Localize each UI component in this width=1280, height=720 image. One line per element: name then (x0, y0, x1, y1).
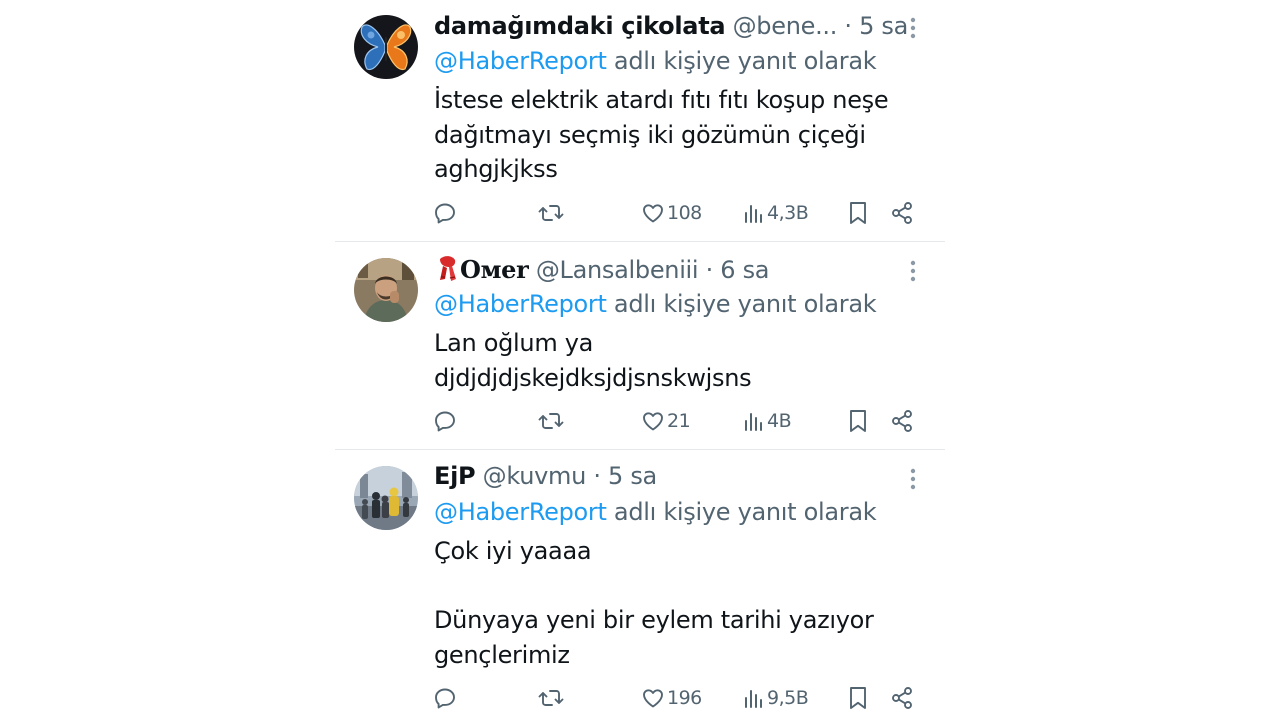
reply-feed: damağımdaki çikolata @bene... · 5 sa @Ha… (335, 0, 945, 720)
tweet-text-line: Lan oğlum ya (434, 329, 594, 357)
tweet-text-line: Dünyaya yeni bir eylem tarihi yazıyor (434, 606, 874, 634)
views-button[interactable]: 4,3B (743, 198, 809, 228)
reply-button[interactable] (433, 406, 457, 436)
reply-icon (435, 411, 455, 432)
share-icon (892, 202, 912, 224)
replying-to: @HaberReport adlı kişiye yanıt olarak (434, 289, 877, 319)
timestamp[interactable]: 5 sa (859, 12, 908, 40)
retweet-icon (538, 205, 564, 221)
like-button[interactable]: 21 (641, 406, 691, 436)
reply-button[interactable] (433, 683, 457, 713)
bookmark-button[interactable] (847, 683, 869, 713)
avatar[interactable] (354, 466, 418, 530)
timestamp[interactable]: 6 sa (720, 256, 769, 284)
tweet-text-line (434, 569, 924, 604)
avatar[interactable] (354, 258, 418, 322)
action-bar: 196 9,5B (335, 683, 945, 713)
share-button[interactable] (890, 683, 914, 713)
heart-icon (643, 204, 663, 223)
share-icon (892, 687, 912, 709)
mention-link[interactable]: @HaberReport (434, 47, 607, 75)
share-icon (892, 410, 912, 432)
tweet-text-line: dağıtmayı seçmiş iki gözümün çiçeği (434, 120, 866, 149)
tweet-text-line: Çok iyi yaaaa (434, 537, 592, 565)
replying-to: @HaberReport adlı kişiye yanıt olarak (434, 46, 877, 76)
tweet-header: EjP @kuvmu · 5 sa (434, 461, 657, 491)
heart-icon (643, 412, 663, 431)
views-icon (745, 205, 762, 223)
heart-icon (643, 689, 663, 708)
username[interactable]: @bene... (733, 12, 838, 40)
tweet-text-line: aghgjkjkss (434, 155, 558, 183)
like-button[interactable]: 196 (641, 683, 702, 713)
mention-link[interactable]: @HaberReport (434, 290, 607, 318)
share-button[interactable] (890, 406, 914, 436)
reply-icon (435, 203, 455, 224)
tweet-header: damağımdaki çikolata @bene... · 5 sa (434, 11, 908, 41)
crowd-photo-icon (354, 466, 418, 530)
display-name[interactable]: damağımdaki çikolata (434, 12, 726, 40)
retweet-button[interactable] (538, 683, 564, 713)
tweet-text: Lan oğlum ya djdjdjdjskejdksjdjsnskwjsns (434, 326, 924, 395)
like-count: 21 (667, 410, 691, 432)
butterfly-icon (354, 15, 418, 79)
bookmark-icon (850, 687, 866, 709)
action-bar: 108 4,3B (335, 198, 945, 228)
like-count: 196 (667, 687, 702, 709)
bookmark-button[interactable] (847, 198, 869, 228)
mention-link[interactable]: @HaberReport (434, 498, 607, 526)
tweet[interactable]: EjP @kuvmu · 5 sa @HaberReport adlı kişi… (335, 450, 945, 720)
scarf-emoji (440, 256, 456, 281)
tweet-header: Oмer @Lansalbeniii · 6 sa (434, 255, 770, 285)
more-options-icon[interactable] (903, 466, 923, 492)
view-count: 4,3B (767, 202, 809, 224)
tweet-text-line: gençlerimiz (434, 640, 570, 669)
tweet-text-line: İstese elektrik atardı fıtı fıtı koşup n… (434, 86, 889, 114)
tweet[interactable]: Oмer @Lansalbeniii · 6 sa @HaberReport a… (335, 242, 945, 449)
like-count: 108 (667, 202, 702, 224)
like-button[interactable]: 108 (641, 198, 702, 228)
display-name[interactable]: Oмer (460, 255, 529, 284)
username[interactable]: @kuvmu (483, 462, 587, 490)
replying-to: @HaberReport adlı kişiye yanıt olarak (434, 497, 877, 527)
reply-button[interactable] (433, 198, 457, 228)
retweet-icon (538, 690, 564, 706)
reply-icon (435, 688, 455, 709)
tweet[interactable]: damağımdaki çikolata @bene... · 5 sa @Ha… (335, 0, 945, 241)
more-options-icon[interactable] (903, 258, 923, 284)
views-icon (745, 690, 762, 708)
tweet-text-line: djdjdjdjskejdksjdjsnskwjsns (434, 363, 752, 392)
retweet-icon (538, 413, 564, 429)
retweet-button[interactable] (538, 406, 564, 436)
man-portrait-icon (354, 258, 418, 322)
bookmark-icon (850, 410, 866, 432)
replying-to-suffix: adlı kişiye yanıt olarak (606, 290, 877, 318)
retweet-button[interactable] (538, 198, 564, 228)
action-bar: 21 4B (335, 406, 945, 436)
replying-to-suffix: adlı kişiye yanıt olarak (606, 47, 877, 75)
display-name[interactable]: EjP (434, 462, 476, 490)
views-button[interactable]: 9,5B (743, 683, 809, 713)
avatar[interactable] (354, 15, 418, 79)
bookmark-button[interactable] (847, 406, 869, 436)
timestamp[interactable]: 5 sa (608, 462, 657, 490)
tweet-text: Çok iyi yaaaa Dünyaya yeni bir eylem tar… (434, 534, 924, 672)
separator-dot: · (586, 462, 609, 490)
view-count: 4B (767, 410, 792, 432)
tweet-text: İstese elektrik atardı fıtı fıtı koşup n… (434, 83, 924, 187)
replying-to-suffix: adlı kişiye yanıt olarak (606, 498, 877, 526)
views-icon (745, 413, 762, 431)
share-button[interactable] (890, 198, 914, 228)
separator-dot: · (837, 12, 860, 40)
view-count: 9,5B (767, 687, 809, 709)
bookmark-icon (850, 202, 866, 224)
views-button[interactable]: 4B (743, 406, 792, 436)
username[interactable]: @Lansalbeniii (536, 256, 699, 284)
separator-dot: · (698, 256, 721, 284)
more-options-icon[interactable] (903, 15, 923, 41)
